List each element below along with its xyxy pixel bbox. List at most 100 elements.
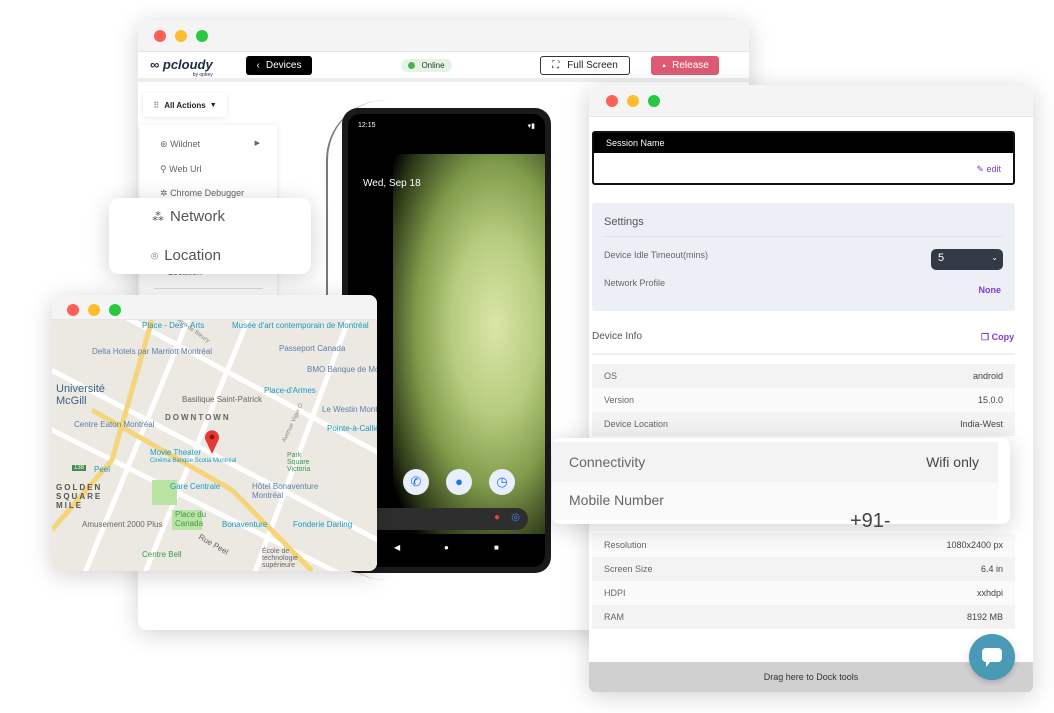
close-button[interactable] — [154, 30, 166, 42]
idle-timeout-label: Device Idle Timeout(mins) — [604, 250, 709, 260]
map-label: Amusement 2000 Plus — [82, 520, 163, 529]
session-name-box: Session Name ✎ edit — [592, 131, 1015, 185]
recents-nav-icon[interactable]: ■ — [494, 543, 499, 552]
title-bar — [589, 85, 1033, 117]
mobile-number-value: +91- — [850, 510, 891, 527]
release-button[interactable]: ▲ Release — [651, 56, 719, 75]
settings-title: Settings — [604, 216, 644, 228]
menu-item-web-url[interactable]: ⚲ Web Url — [160, 164, 201, 175]
title-bar — [52, 295, 377, 320]
caret-down-icon: ▼ — [209, 101, 217, 109]
minimize-button[interactable] — [627, 95, 639, 107]
map-window: Place - Des - Arts Musée d'art contempor… — [52, 295, 377, 571]
dock-drop-zone[interactable]: Drag here to Dock tools — [589, 662, 1033, 692]
table-row: Screen Size 6.4 in — [592, 557, 1015, 581]
back-nav-icon[interactable]: ◀ — [394, 543, 400, 552]
devices-button[interactable]: ‹ Devices — [246, 56, 312, 75]
edit-button[interactable]: ✎ edit — [976, 164, 1001, 175]
minimize-button[interactable] — [88, 304, 100, 316]
map-label: Cinéma Banque Scotia Montréal — [150, 458, 237, 464]
minimize-button[interactable] — [175, 30, 187, 42]
network-profile-value[interactable]: None — [979, 285, 1002, 295]
all-actions-button[interactable]: ⠿ All Actions ▼ — [143, 93, 227, 117]
lens-icon[interactable]: ◎ — [511, 512, 520, 523]
settings-section: Settings Device Idle Timeout(mins) 5 ⌄ Ne… — [592, 203, 1015, 311]
menu-item-wildnet[interactable]: ⊛ Wildnet ▶ — [160, 139, 260, 150]
map-label: Passeport Canada — [279, 344, 346, 353]
phone-app-icon[interactable]: ✆ — [403, 469, 429, 495]
popup-item-location[interactable]: ⌾ Location — [151, 247, 221, 264]
table-row: RAM 8192 MB — [592, 605, 1015, 629]
map-label: Delta Hotels par Marriott Montréal — [92, 347, 213, 356]
map-label: Musée d'art contemporain de Montréal — [232, 321, 369, 330]
chat-bubble-icon — [982, 648, 1002, 667]
map-label: Bonaventure — [222, 520, 268, 529]
network-profile-label: Network Profile — [604, 278, 666, 288]
divider — [604, 236, 1003, 237]
table-row: OS android — [592, 364, 1015, 388]
maximize-button[interactable] — [109, 304, 121, 316]
close-button[interactable] — [67, 304, 79, 316]
link-icon: ⚲ — [160, 164, 167, 174]
phone-screen[interactable]: 12:15 ▾▮ Wed, Sep 18 ✆ ● ◷ ● ◎ ◀ ● ■ — [348, 114, 545, 567]
table-row: Version 15.0.0 — [592, 388, 1015, 412]
google-search-bar[interactable]: ● ◎ — [368, 508, 528, 530]
connectivity-value: Wifi only — [926, 454, 979, 470]
map-label: Fonderie Darling — [293, 520, 353, 529]
map-label: Peel — [94, 465, 111, 474]
mobile-number-row: Mobile Number — [552, 482, 998, 520]
map-label: Le Westin Montréal — [322, 405, 377, 414]
divider — [154, 288, 263, 289]
messages-app-icon[interactable]: ● — [446, 469, 472, 495]
logo: ∞ pcloudy by opkey — [150, 57, 213, 78]
chevron-left-icon: ‹ — [256, 60, 260, 71]
table-row: Device Location India-West — [592, 412, 1015, 436]
map-label: GOLDEN SQUARE MILE — [56, 483, 103, 510]
route-shield: 138 — [72, 465, 87, 471]
mobile-number-label: Mobile Number — [569, 492, 664, 508]
maximize-button[interactable] — [648, 95, 660, 107]
clock-app-icon[interactable]: ◷ — [489, 469, 515, 495]
microphone-icon[interactable]: ● — [494, 512, 500, 523]
caret-right-icon: ▶ — [254, 140, 260, 147]
fullscreen-icon: ⛶ — [552, 60, 560, 71]
map-canvas[interactable]: Place - Des - Arts Musée d'art contempor… — [52, 320, 377, 571]
device-info-title: Device Info — [592, 331, 643, 342]
table-row: HDPI xxhdpi — [592, 581, 1015, 605]
copy-button[interactable]: ❐ Copy — [981, 332, 1014, 343]
map-label: Place-d'Armes — [264, 386, 316, 395]
popup-item-network[interactable]: ⁂ Network — [152, 208, 225, 225]
map-label: BMO Banque de Montréal — [307, 365, 377, 374]
online-dot-icon — [408, 62, 416, 69]
map-label: DOWNTOWN — [165, 413, 231, 422]
connectivity-label: Connectivity — [569, 454, 646, 470]
battery-icon: ▾▮ — [527, 123, 535, 130]
full-screen-button[interactable]: ⛶ Full Screen — [540, 56, 630, 75]
close-button[interactable] — [606, 95, 618, 107]
map-label: Pointe-à-Callière — [327, 424, 377, 433]
connectivity-popup: Connectivity Wifi only Mobile Number — [552, 438, 1010, 524]
edit-icon: ✎ — [976, 164, 984, 174]
connectivity-row: Connectivity Wifi only — [552, 442, 998, 482]
map-label: Place du Canada — [175, 510, 207, 528]
idle-timeout-select[interactable]: 5 ⌄ — [931, 249, 1003, 270]
eject-icon: ▲ — [661, 62, 668, 69]
map-label: Centre Eaton Montréal — [74, 420, 155, 429]
lockscreen-date: Wed, Sep 18 — [363, 178, 421, 189]
status-time: 12:15 — [358, 122, 376, 129]
chat-button[interactable] — [969, 634, 1015, 680]
toolbar: ∞ pcloudy by opkey ‹ Devices Online ⛶ Full… — [138, 52, 749, 82]
map-pin-icon[interactable] — [204, 430, 220, 454]
grid-icon: ⠿ — [153, 100, 160, 110]
map-label: Gare Centrale — [170, 482, 221, 491]
title-bar — [138, 20, 749, 52]
divider — [592, 353, 1015, 355]
maximize-button[interactable] — [196, 30, 208, 42]
chevron-down-icon: ⌄ — [991, 253, 998, 262]
bug-icon: ✲ — [160, 188, 168, 198]
location-pin-icon: ⌾ — [151, 249, 159, 263]
home-nav-icon[interactable]: ● — [444, 543, 449, 552]
network-location-popup: ⁂ Network ⌾ Location — [109, 198, 311, 274]
map-label: Centre Bell — [142, 550, 182, 559]
wildnet-icon: ⊛ — [160, 139, 168, 149]
